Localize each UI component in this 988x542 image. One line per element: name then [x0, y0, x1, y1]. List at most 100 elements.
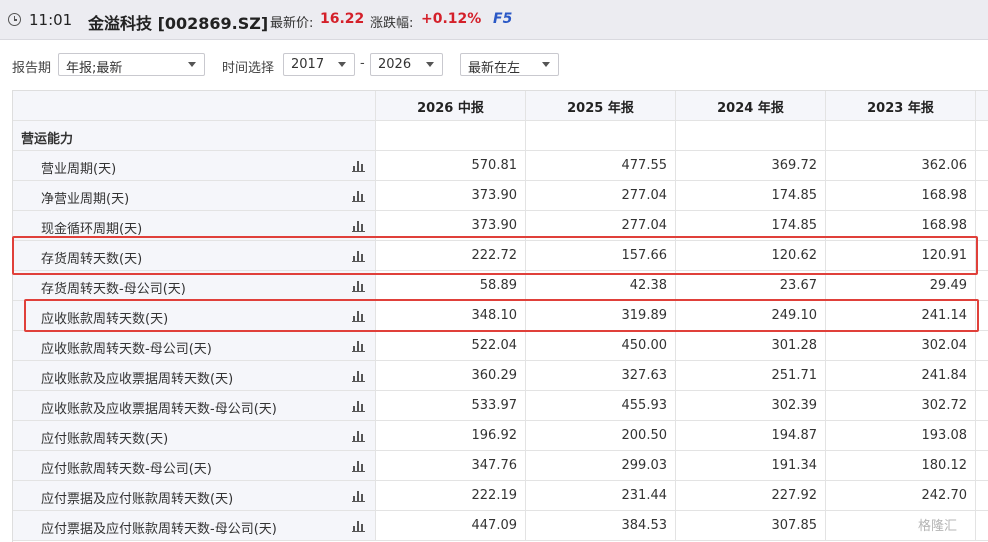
- metric-value: 299.03: [621, 458, 668, 473]
- value-cell: 319.89: [526, 301, 676, 330]
- value-cell: 168.98: [826, 181, 976, 210]
- value-cell: 249.10: [676, 301, 826, 330]
- row-label-cell: 营业周期(天): [13, 151, 376, 180]
- metric-value: 533.97: [471, 398, 518, 413]
- chevron-down-icon: [338, 62, 346, 67]
- bar-chart-icon[interactable]: [352, 460, 366, 472]
- metric-label: 应付账款周转天数(天): [41, 432, 169, 447]
- metric-label: 现金循环周期(天): [41, 222, 143, 237]
- table-row: 净营业周期(天) 373.90 277.04 174.85 168.98: [13, 181, 988, 211]
- metric-value: 251.71: [771, 368, 818, 383]
- table-row: 应付票据及应付账款周转天数-母公司(天) 447.09 384.53 307.85: [13, 511, 988, 541]
- metric-value: 347.76: [471, 458, 518, 473]
- metric-value: 373.90: [471, 218, 518, 233]
- metric-value: 58.89: [479, 278, 517, 293]
- value-cell: 327.63: [526, 361, 676, 390]
- value-cell: 277.04: [526, 181, 676, 210]
- report-period-label: 报告期: [12, 61, 52, 76]
- year-to-select[interactable]: 2026: [370, 53, 443, 76]
- metric-label: 应付票据及应付账款周转天数-母公司(天): [41, 522, 277, 537]
- value-cell: 191.34: [676, 451, 826, 480]
- overflow-column-header: [976, 91, 988, 120]
- metric-value: 196.92: [471, 428, 518, 443]
- metric-value: 191.34: [771, 458, 818, 473]
- column-header[interactable]: 2024 年报: [676, 91, 826, 120]
- metric-value: 120.62: [771, 248, 818, 263]
- row-label-cell: 应付账款周转天数(天): [13, 421, 376, 450]
- clock-icon: [8, 13, 21, 26]
- value-cell: 196.92: [376, 421, 526, 450]
- metric-value: 174.85: [771, 218, 818, 233]
- financial-table: 2026 中报 2025 年报 2024 年报 2023 年报 营运能力 营业周…: [12, 90, 988, 542]
- metric-value: 241.84: [921, 368, 968, 383]
- bar-chart-icon[interactable]: [352, 400, 366, 412]
- report-period-select[interactable]: 年报;最新: [58, 53, 205, 76]
- bar-chart-icon[interactable]: [352, 370, 366, 382]
- metric-value: 362.06: [921, 158, 968, 173]
- overflow-cell: [976, 271, 988, 300]
- value-cell: 222.19: [376, 481, 526, 510]
- metric-value: 447.09: [471, 518, 518, 533]
- column-header[interactable]: 2025 年报: [526, 91, 676, 120]
- row-label-cell: 现金循环周期(天): [13, 211, 376, 240]
- price-change: +0.12%: [421, 11, 482, 27]
- value-cell: 231.44: [526, 481, 676, 510]
- overflow-cell: [976, 511, 988, 540]
- row-label-cell: 应收账款及应收票据周转天数-母公司(天): [13, 391, 376, 420]
- bar-chart-icon[interactable]: [352, 220, 366, 232]
- value-cell: 251.71: [676, 361, 826, 390]
- overflow-cell: [976, 211, 988, 240]
- bar-chart-icon[interactable]: [352, 250, 366, 262]
- time-range-label: 时间选择: [222, 61, 275, 76]
- value-cell: 373.90: [376, 181, 526, 210]
- latest-price: 16.22: [320, 11, 365, 27]
- bar-chart-icon[interactable]: [352, 160, 366, 172]
- year-from-select[interactable]: 2017: [283, 53, 355, 76]
- bar-chart-icon[interactable]: [352, 190, 366, 202]
- value-cell: 348.10: [376, 301, 526, 330]
- value-cell: 42.38: [526, 271, 676, 300]
- row-label-cell: 应付票据及应付账款周转天数(天): [13, 481, 376, 510]
- bar-chart-icon[interactable]: [352, 430, 366, 442]
- value-cell: 222.72: [376, 241, 526, 270]
- value-cell: 302.39: [676, 391, 826, 420]
- metric-value: 302.04: [921, 338, 968, 353]
- value-cell: 227.92: [676, 481, 826, 510]
- metric-value: 29.49: [929, 278, 967, 293]
- value-cell: 533.97: [376, 391, 526, 420]
- year-from-value: 2017: [291, 57, 325, 72]
- row-label-cell: 应付账款周转天数-母公司(天): [13, 451, 376, 480]
- bar-chart-icon[interactable]: [352, 340, 366, 352]
- column-header[interactable]: 2026 中报: [376, 91, 526, 120]
- column-header[interactable]: 2023 年报: [826, 91, 976, 120]
- row-label-cell: 存货周转天数-母公司(天): [13, 271, 376, 300]
- watermark-text: 格隆汇: [918, 519, 958, 534]
- bar-chart-icon[interactable]: [352, 310, 366, 322]
- metric-value: 120.91: [921, 248, 968, 263]
- title-bar: 11:01 金溢科技 [002869.SZ] 最新价: 16.22 涨跌幅: +…: [0, 0, 988, 40]
- f5-refresh-button[interactable]: F5: [493, 11, 512, 27]
- metric-label: 应收账款周转天数-母公司(天): [41, 342, 212, 357]
- value-cell: 362.06: [826, 151, 976, 180]
- metric-label: 应付票据及应付账款周转天数(天): [41, 492, 234, 507]
- value-cell: 120.62: [676, 241, 826, 270]
- bar-chart-icon[interactable]: [352, 520, 366, 532]
- bar-chart-icon[interactable]: [352, 490, 366, 502]
- value-cell: 373.90: [376, 211, 526, 240]
- metric-value: 222.19: [471, 488, 518, 503]
- metric-value: 193.08: [921, 428, 968, 443]
- row-label-cell: 存货周转天数(天): [13, 241, 376, 270]
- metric-label: 营业周期(天): [41, 162, 117, 177]
- stock-title: 金溢科技 [002869.SZ]: [88, 14, 269, 33]
- column-order-select[interactable]: 最新在左: [460, 53, 559, 76]
- metric-label: 存货周转天数-母公司(天): [41, 282, 186, 297]
- section-row: 营运能力: [13, 121, 988, 151]
- bar-chart-icon[interactable]: [352, 280, 366, 292]
- metric-value: 194.87: [771, 428, 818, 443]
- overflow-cell: [976, 481, 988, 510]
- table-row: 应收账款及应收票据周转天数-母公司(天) 533.97 455.93 302.39 30…: [13, 391, 988, 421]
- overflow-cell: [976, 301, 988, 330]
- chevron-down-icon: [188, 62, 196, 67]
- overflow-cell: [976, 361, 988, 390]
- metric-label: 应付账款周转天数-母公司(天): [41, 462, 212, 477]
